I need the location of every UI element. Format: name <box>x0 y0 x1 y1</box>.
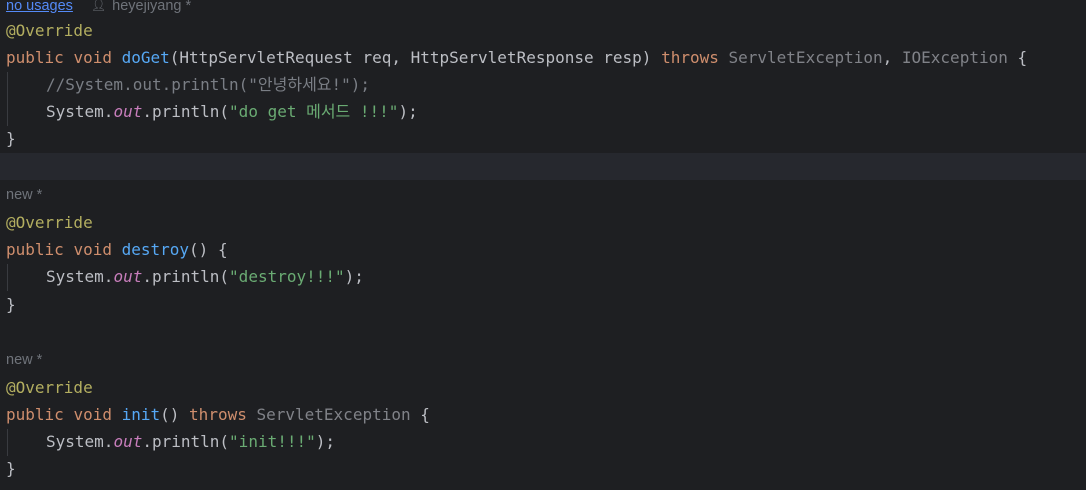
new-hint[interactable]: new * <box>6 187 42 203</box>
keyword: void <box>73 48 112 67</box>
comma: , <box>882 48 902 67</box>
code-line[interactable]: System.out.println("destroy!!!"); <box>0 263 1086 290</box>
keyword: public <box>6 48 64 67</box>
code-line[interactable]: public void destroy() { <box>0 236 1086 263</box>
static-field: out <box>113 267 143 286</box>
method-call: .println( <box>142 102 230 121</box>
code-vision-hint: new * <box>0 182 1086 209</box>
method-name: destroy <box>121 240 190 259</box>
annotation: @Override <box>6 21 93 40</box>
code-line[interactable]: } <box>0 291 1086 318</box>
exception-type: ServletException <box>728 48 883 67</box>
brace: } <box>6 129 16 148</box>
code-line[interactable]: System.out.println("do get 메서드 !!!"); <box>0 98 1086 125</box>
code-editor[interactable]: no usages 👤︎ heyejiyang * @Override public… <box>0 0 1086 490</box>
new-hint[interactable]: new * <box>6 352 42 368</box>
code-line[interactable]: System.out.println("init!!!"); <box>0 428 1086 455</box>
keyword: throws <box>661 48 719 67</box>
paren: ); <box>315 432 336 451</box>
code-line[interactable]: public void init() throws ServletExcepti… <box>0 401 1086 428</box>
brace: { <box>410 405 430 424</box>
string-literal: "init!!!" <box>229 432 316 451</box>
comment: //System.out.println("안녕하세요!"); <box>46 75 371 94</box>
exception-type: IOException <box>901 48 1008 67</box>
code-line[interactable]: } <box>0 455 1086 482</box>
class-ref: System. <box>46 267 114 286</box>
code-line[interactable]: @Override <box>0 17 1086 44</box>
parameters: () { <box>189 240 228 259</box>
exception-type: ServletException <box>256 405 411 424</box>
paren: ); <box>344 267 364 286</box>
keyword: throws <box>189 405 247 424</box>
annotation: @Override <box>6 213 93 232</box>
method-name: init <box>121 405 161 424</box>
code-line[interactable]: @Override <box>0 374 1086 401</box>
class-ref: System. <box>46 432 114 451</box>
keyword: public <box>6 240 64 259</box>
brace: } <box>6 459 16 478</box>
method-call: .println( <box>142 267 230 286</box>
method-call: .println( <box>142 432 230 451</box>
string-literal: "do get 메서드 !!!" <box>229 102 399 121</box>
parameters: () <box>160 405 190 424</box>
code-line[interactable]: public void doGet(HttpServletRequest req… <box>0 44 1086 71</box>
author-hint[interactable]: heyejiyang * <box>112 0 191 14</box>
code-line[interactable]: //System.out.println("안녕하세요!"); <box>0 71 1086 98</box>
method-name: doGet <box>121 48 170 67</box>
static-field: out <box>113 432 143 451</box>
code-line[interactable]: @Override <box>0 209 1086 236</box>
current-line[interactable] <box>0 153 1086 180</box>
class-ref: System. <box>46 102 114 121</box>
static-field: out <box>113 102 143 121</box>
brace: { <box>1007 48 1028 67</box>
code-line[interactable]: } <box>0 125 1086 152</box>
string-literal: "destroy!!!" <box>229 267 345 286</box>
code-vision-hint: new * <box>0 347 1086 374</box>
usages-link[interactable]: no usages <box>6 0 73 14</box>
brace: } <box>6 295 16 314</box>
keyword: void <box>73 240 112 259</box>
keyword: void <box>73 405 112 424</box>
annotation: @Override <box>6 378 93 397</box>
paren: ); <box>398 102 418 121</box>
keyword: public <box>6 405 64 424</box>
parameters: (HttpServletRequest req, HttpServletResp… <box>169 48 662 67</box>
